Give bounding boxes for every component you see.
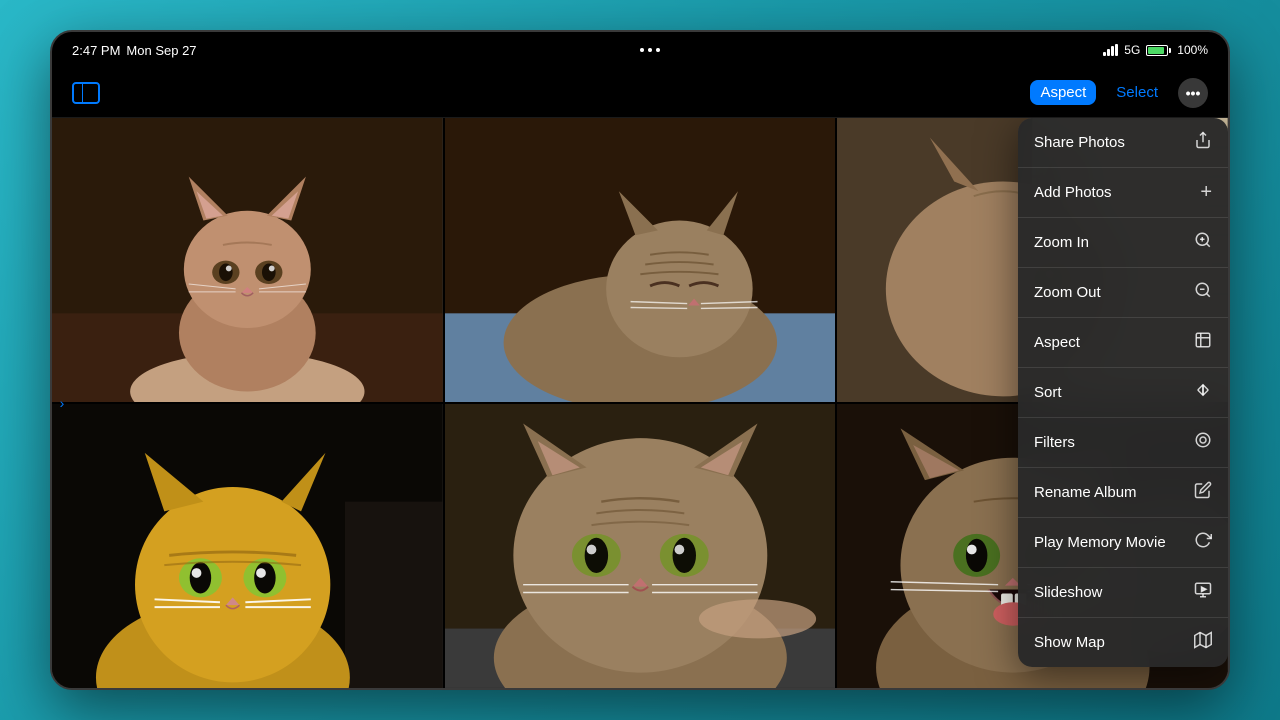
photo-cell-1[interactable] bbox=[52, 118, 443, 402]
status-right: 5G 100% bbox=[1103, 43, 1208, 57]
dropdown-menu: Share Photos Add Photos + Zoom In bbox=[1018, 118, 1228, 667]
menu-item-share-photos[interactable]: Share Photos bbox=[1018, 118, 1228, 168]
dot2 bbox=[648, 48, 652, 52]
cat-photo-4 bbox=[52, 404, 443, 688]
status-center bbox=[640, 48, 660, 52]
rename-icon bbox=[1194, 481, 1212, 504]
battery-tip bbox=[1169, 48, 1171, 53]
zoom-out-icon bbox=[1194, 281, 1212, 304]
signal-bar-4 bbox=[1115, 44, 1118, 56]
menu-item-show-map[interactable]: Show Map bbox=[1018, 618, 1228, 667]
aspect-menu-label: Aspect bbox=[1034, 334, 1080, 351]
rename-album-label: Rename Album bbox=[1034, 484, 1137, 501]
photos-area: Share Photos Add Photos + Zoom In bbox=[52, 118, 1228, 688]
sort-icon bbox=[1194, 381, 1212, 404]
menu-item-play-memory[interactable]: Play Memory Movie bbox=[1018, 518, 1228, 568]
memory-icon bbox=[1194, 531, 1212, 554]
status-bar: 2:47 PM Mon Sep 27 5G 100% bbox=[52, 32, 1228, 68]
add-icon: + bbox=[1200, 181, 1212, 204]
dot1 bbox=[640, 48, 644, 52]
signal-bar-2 bbox=[1107, 49, 1110, 56]
add-photos-label: Add Photos bbox=[1034, 184, 1112, 201]
signal-bar-1 bbox=[1103, 52, 1106, 56]
menu-item-rename-album[interactable]: Rename Album bbox=[1018, 468, 1228, 518]
zoom-out-label: Zoom Out bbox=[1034, 284, 1101, 301]
dot3 bbox=[656, 48, 660, 52]
menu-item-filters[interactable]: Filters bbox=[1018, 418, 1228, 468]
tablet-frame: 2:47 PM Mon Sep 27 5G 100% bbox=[50, 30, 1230, 690]
more-button[interactable]: ••• bbox=[1178, 78, 1208, 108]
signal-bars bbox=[1103, 44, 1118, 56]
battery-icon bbox=[1146, 45, 1171, 56]
date-display: Mon Sep 27 bbox=[126, 43, 196, 58]
zoom-in-icon bbox=[1194, 231, 1212, 254]
battery-body bbox=[1146, 45, 1168, 56]
slideshow-label: Slideshow bbox=[1034, 584, 1102, 601]
menu-item-zoom-in[interactable]: Zoom In bbox=[1018, 218, 1228, 268]
nav-right: Aspect Select ••• bbox=[1030, 78, 1208, 108]
photo-cell-4[interactable] bbox=[52, 404, 443, 688]
more-icon: ••• bbox=[1186, 85, 1201, 101]
cat-photo-2 bbox=[445, 118, 836, 402]
play-memory-label: Play Memory Movie bbox=[1034, 534, 1166, 551]
nav-bar: Aspect Select ••• bbox=[52, 68, 1228, 118]
menu-item-slideshow[interactable]: Slideshow bbox=[1018, 568, 1228, 618]
photo-cell-2[interactable] bbox=[445, 118, 836, 402]
menu-item-aspect[interactable]: Aspect bbox=[1018, 318, 1228, 368]
aspect-button[interactable]: Aspect bbox=[1030, 80, 1096, 105]
filters-icon bbox=[1194, 431, 1212, 454]
sort-label: Sort bbox=[1034, 384, 1062, 401]
slideshow-icon bbox=[1194, 581, 1212, 604]
time-display: 2:47 PM bbox=[72, 43, 120, 58]
menu-item-zoom-out[interactable]: Zoom Out bbox=[1018, 268, 1228, 318]
filters-label: Filters bbox=[1034, 434, 1075, 451]
zoom-in-label: Zoom In bbox=[1034, 234, 1089, 251]
status-left: 2:47 PM Mon Sep 27 bbox=[72, 43, 197, 58]
photo-cell-5[interactable] bbox=[445, 404, 836, 688]
main-content: Aspect Select ••• Harvie bbox=[52, 68, 1228, 688]
signal-type: 5G bbox=[1124, 43, 1140, 57]
aspect-icon bbox=[1194, 331, 1212, 354]
signal-bar-3 bbox=[1111, 46, 1114, 56]
sidebar-collapse-indicator: › bbox=[52, 395, 72, 411]
menu-item-add-photos[interactable]: Add Photos + bbox=[1018, 168, 1228, 218]
select-button[interactable]: Select bbox=[1108, 80, 1166, 105]
map-icon bbox=[1194, 631, 1212, 654]
share-icon bbox=[1194, 131, 1212, 154]
nav-left bbox=[72, 82, 100, 104]
share-photos-label: Share Photos bbox=[1034, 134, 1125, 151]
battery-percent: 100% bbox=[1177, 43, 1208, 57]
menu-item-sort[interactable]: Sort bbox=[1018, 368, 1228, 418]
show-map-label: Show Map bbox=[1034, 634, 1105, 651]
cat-photo-1 bbox=[52, 118, 443, 402]
sidebar-toggle-button[interactable] bbox=[72, 82, 100, 104]
battery-fill bbox=[1148, 47, 1164, 54]
cat-photo-5 bbox=[445, 404, 836, 688]
